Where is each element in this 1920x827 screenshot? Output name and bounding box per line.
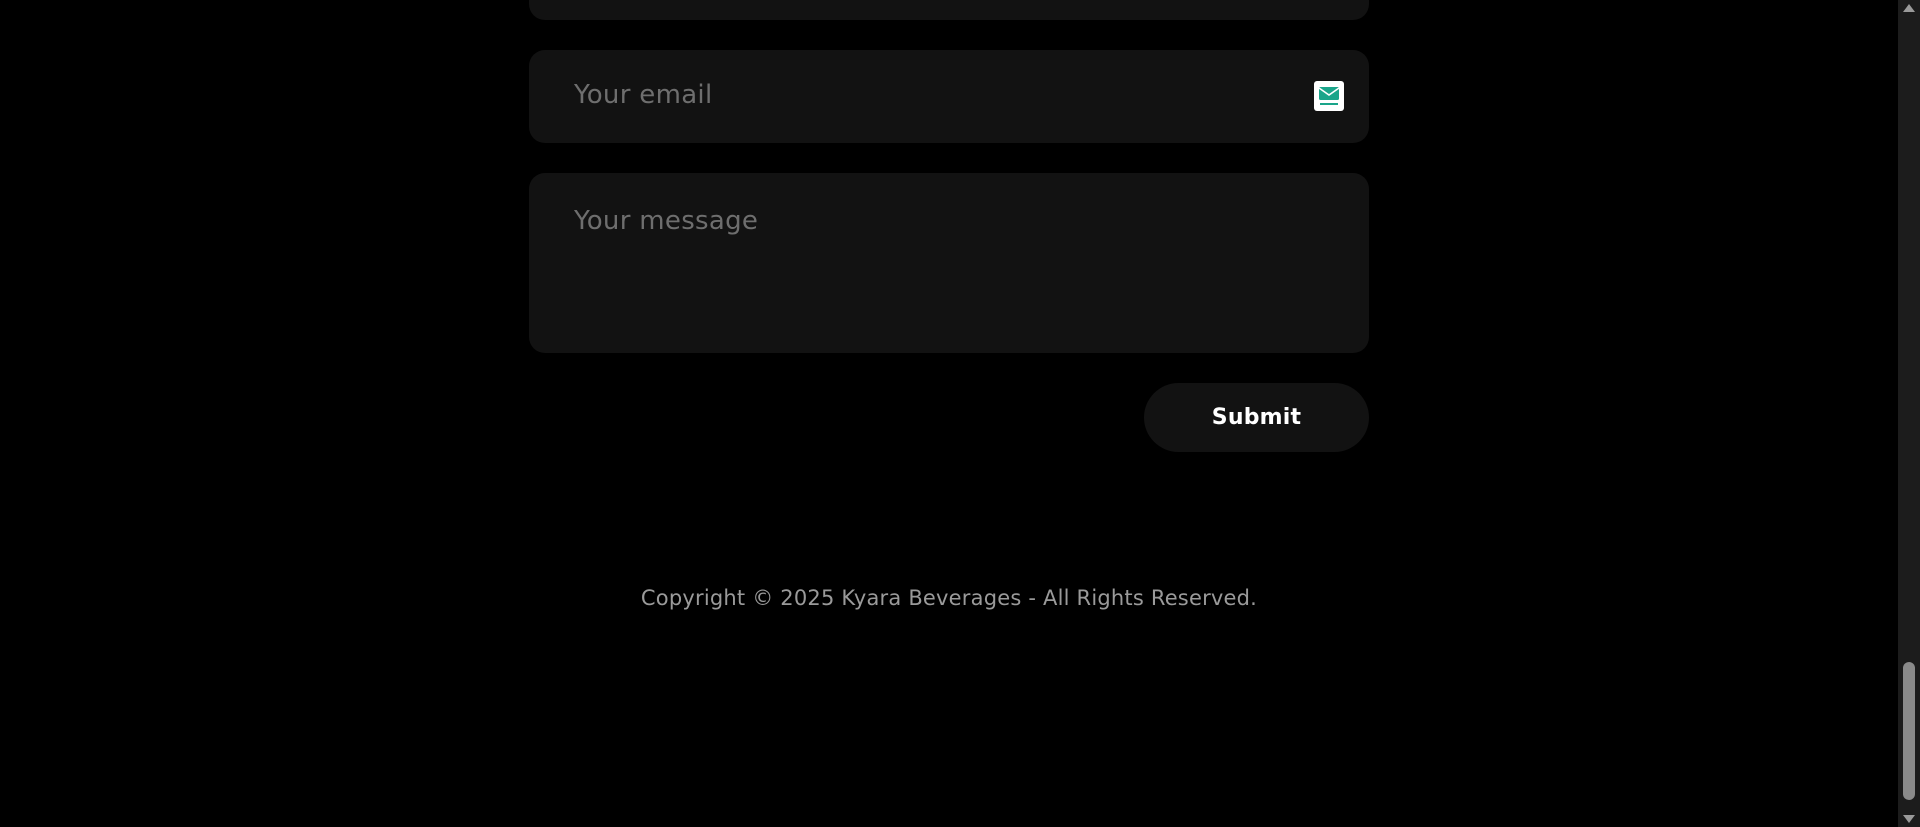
message-field[interactable]: Your message [529,173,1369,353]
scroll-down-icon[interactable] [1903,815,1915,823]
copyright-text: Copyright © 2025 Kyara Beverages - All R… [640,586,1258,610]
scrollbar-thumb[interactable] [1903,662,1915,800]
temp-mail-envelope-icon[interactable] [1314,81,1344,111]
scroll-up-icon[interactable] [1903,4,1915,12]
name-field[interactable] [529,0,1369,20]
page: Your email Your message Submit Copyright… [0,0,1920,827]
email-placeholder: Your email [574,80,713,110]
submit-button[interactable]: Submit [1144,383,1369,452]
envelope-icon-graphic [1318,87,1340,105]
message-placeholder: Your message [574,206,759,236]
vertical-scrollbar[interactable] [1898,0,1920,827]
email-field[interactable]: Your email [529,50,1369,143]
